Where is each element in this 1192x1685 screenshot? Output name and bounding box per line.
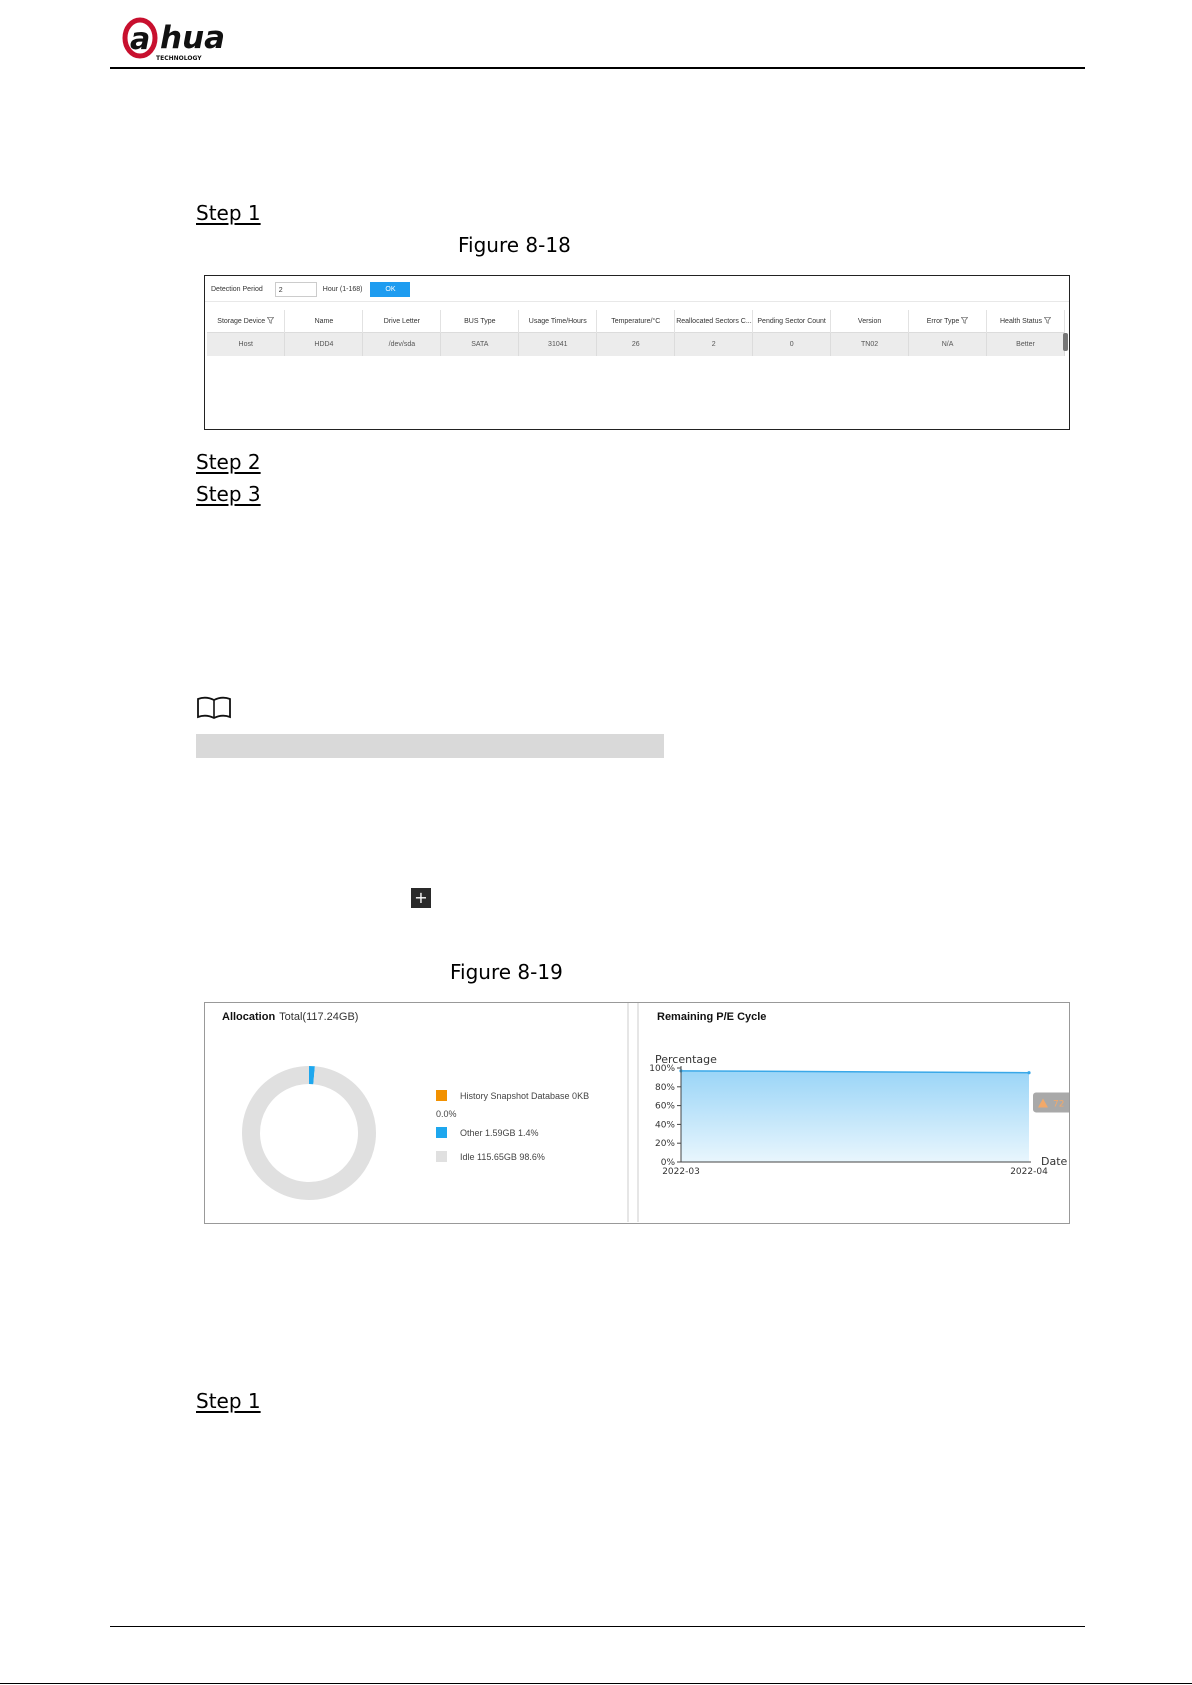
detection-period-label: Detection Period: [211, 285, 263, 293]
legend-idle-label: Idle 115.65GB 98.6%: [460, 1151, 545, 1162]
cell-usage-time: 31041: [518, 332, 598, 356]
cell-version: TN02: [830, 332, 910, 356]
col-health-status[interactable]: Health Status: [986, 310, 1065, 333]
legend-swatch-idle: [436, 1151, 447, 1162]
col-storage-device[interactable]: Storage Device: [207, 310, 286, 333]
step-1-label: Step 1: [196, 201, 261, 225]
header-rule: [110, 67, 1085, 69]
col-drive-letter: Drive Letter: [362, 310, 442, 333]
y-tick-label: 40%: [655, 1120, 675, 1130]
cell-storage-device: Host: [207, 332, 286, 356]
col-version: Version: [830, 310, 910, 333]
y-tick-label: 20%: [655, 1139, 675, 1149]
smart-table-panel: Detection Period 2 Hour (1-168) OK Stora…: [204, 275, 1070, 430]
legend-swatch-other: [436, 1127, 447, 1138]
y-tick-label: 80%: [655, 1083, 675, 1093]
svg-text:TECHNOLOGY: TECHNOLOGY: [156, 55, 202, 62]
y-tick-label: 60%: [655, 1102, 675, 1112]
pe-point: [1027, 1071, 1031, 1075]
ok-button[interactable]: OK: [370, 281, 411, 297]
badge-value: 72: [1053, 1099, 1064, 1109]
allocation-total: Total(117.24GB): [279, 1011, 359, 1023]
panel-divider: [627, 1003, 639, 1222]
allocation-title-text: Allocation: [222, 1011, 276, 1023]
filter-icon[interactable]: [961, 317, 969, 324]
note-book-icon: [197, 696, 231, 720]
x-axis-label: Date: [1041, 1155, 1068, 1168]
col-error-type[interactable]: Error Type: [908, 310, 988, 333]
col-usage-time: Usage Time/Hours: [518, 310, 598, 333]
dahua-logo: a hua TECHNOLOGY: [122, 17, 225, 62]
cell-reallocated-sectors: 2: [674, 332, 754, 356]
allocation-donut-chart: [242, 1066, 376, 1200]
legend-swatch-history: [436, 1090, 447, 1101]
cell-health-status: Better: [986, 332, 1065, 356]
step-1b-label: Step 1: [196, 1389, 261, 1413]
figure-8-19-caption: Figure 8-19: [450, 960, 563, 984]
allocation-title: Allocation Total(117.24GB): [222, 1011, 358, 1023]
legend-history-snapshot: History Snapshot Database 0KB: [436, 1090, 589, 1101]
cell-drive-letter: /dev/sda: [362, 332, 442, 356]
legend-idle: Idle 115.65GB 98.6%: [436, 1151, 545, 1162]
figure-8-18-caption: Figure 8-18: [458, 233, 571, 257]
pe-warning-badge: 72: [1033, 1092, 1069, 1113]
cell-name: HDD4: [284, 332, 364, 356]
col-reallocated-sectors: Reallocated Sectors C...: [674, 310, 754, 333]
pe-cycle-title: Remaining P/E Cycle: [657, 1011, 767, 1023]
step-3-label: Step 3: [196, 482, 261, 506]
toolbar-divider: [205, 301, 1069, 302]
col-temperature: Temperature/°C: [596, 310, 676, 333]
footer-rule-2: [0, 1683, 1192, 1684]
x-tick-label: 2022-04: [1010, 1167, 1048, 1177]
filter-icon[interactable]: [267, 317, 275, 324]
table-header-row: Storage Device Name Drive Letter BUS Typ…: [207, 310, 1065, 333]
smart-table: Storage Device Name Drive Letter BUS Typ…: [207, 310, 1065, 356]
note-highlight-bar: [196, 734, 664, 758]
col-pending-sector-count: Pending Sector Count: [752, 310, 832, 333]
footer-rule: [110, 1626, 1085, 1627]
legend-history-percent: 0.0%: [436, 1109, 457, 1119]
ssd-info-panel: Allocation Total(117.24GB) History Snapsh…: [204, 1002, 1070, 1224]
col-name: Name: [284, 310, 364, 333]
svg-text:a: a: [130, 22, 150, 57]
legend-other-label: Other 1.59GB 1.4%: [460, 1127, 539, 1138]
pe-area: [681, 1070, 1029, 1162]
svg-text:hua: hua: [160, 20, 225, 56]
col-bus-type: BUS Type: [440, 310, 520, 333]
detection-period-input[interactable]: 2: [274, 281, 317, 297]
cell-bus-type: SATA: [440, 332, 520, 356]
cell-temperature: 26: [596, 332, 676, 356]
pe-cycle-chart: Percentage0%20%40%60%80%100%2022-03 2022-…: [649, 1053, 1069, 1177]
y-tick-label: 100%: [649, 1064, 675, 1074]
detection-unit-label: Hour (1-168): [322, 285, 363, 293]
x-tick-label: 2022-03: [662, 1167, 700, 1177]
legend-history-label: History Snapshot Database 0KB: [460, 1090, 590, 1101]
step-2-label: Step 2: [196, 450, 261, 474]
table-row[interactable]: Host HDD4 /dev/sda SATA 31041 26 2 0 TN0…: [207, 332, 1065, 356]
plus-icon[interactable]: +: [411, 888, 431, 908]
donut-slice-2: [242, 1066, 376, 1200]
legend-other: Other 1.59GB 1.4%: [436, 1127, 539, 1138]
pe-cycle-section: Remaining P/E Cycle Percentage 0% 20% 40% 60…: [639, 1003, 1069, 1222]
cell-error-type: N/A: [908, 332, 988, 356]
allocation-section: Allocation Total(117.24GB) History Snapsh…: [205, 1003, 627, 1222]
cell-pending-sector-count: 0: [752, 332, 832, 356]
detection-toolbar: Detection Period 2 Hour (1-168) OK: [211, 280, 411, 298]
table-scrollbar[interactable]: [1063, 333, 1068, 351]
filter-icon[interactable]: [1044, 317, 1052, 324]
